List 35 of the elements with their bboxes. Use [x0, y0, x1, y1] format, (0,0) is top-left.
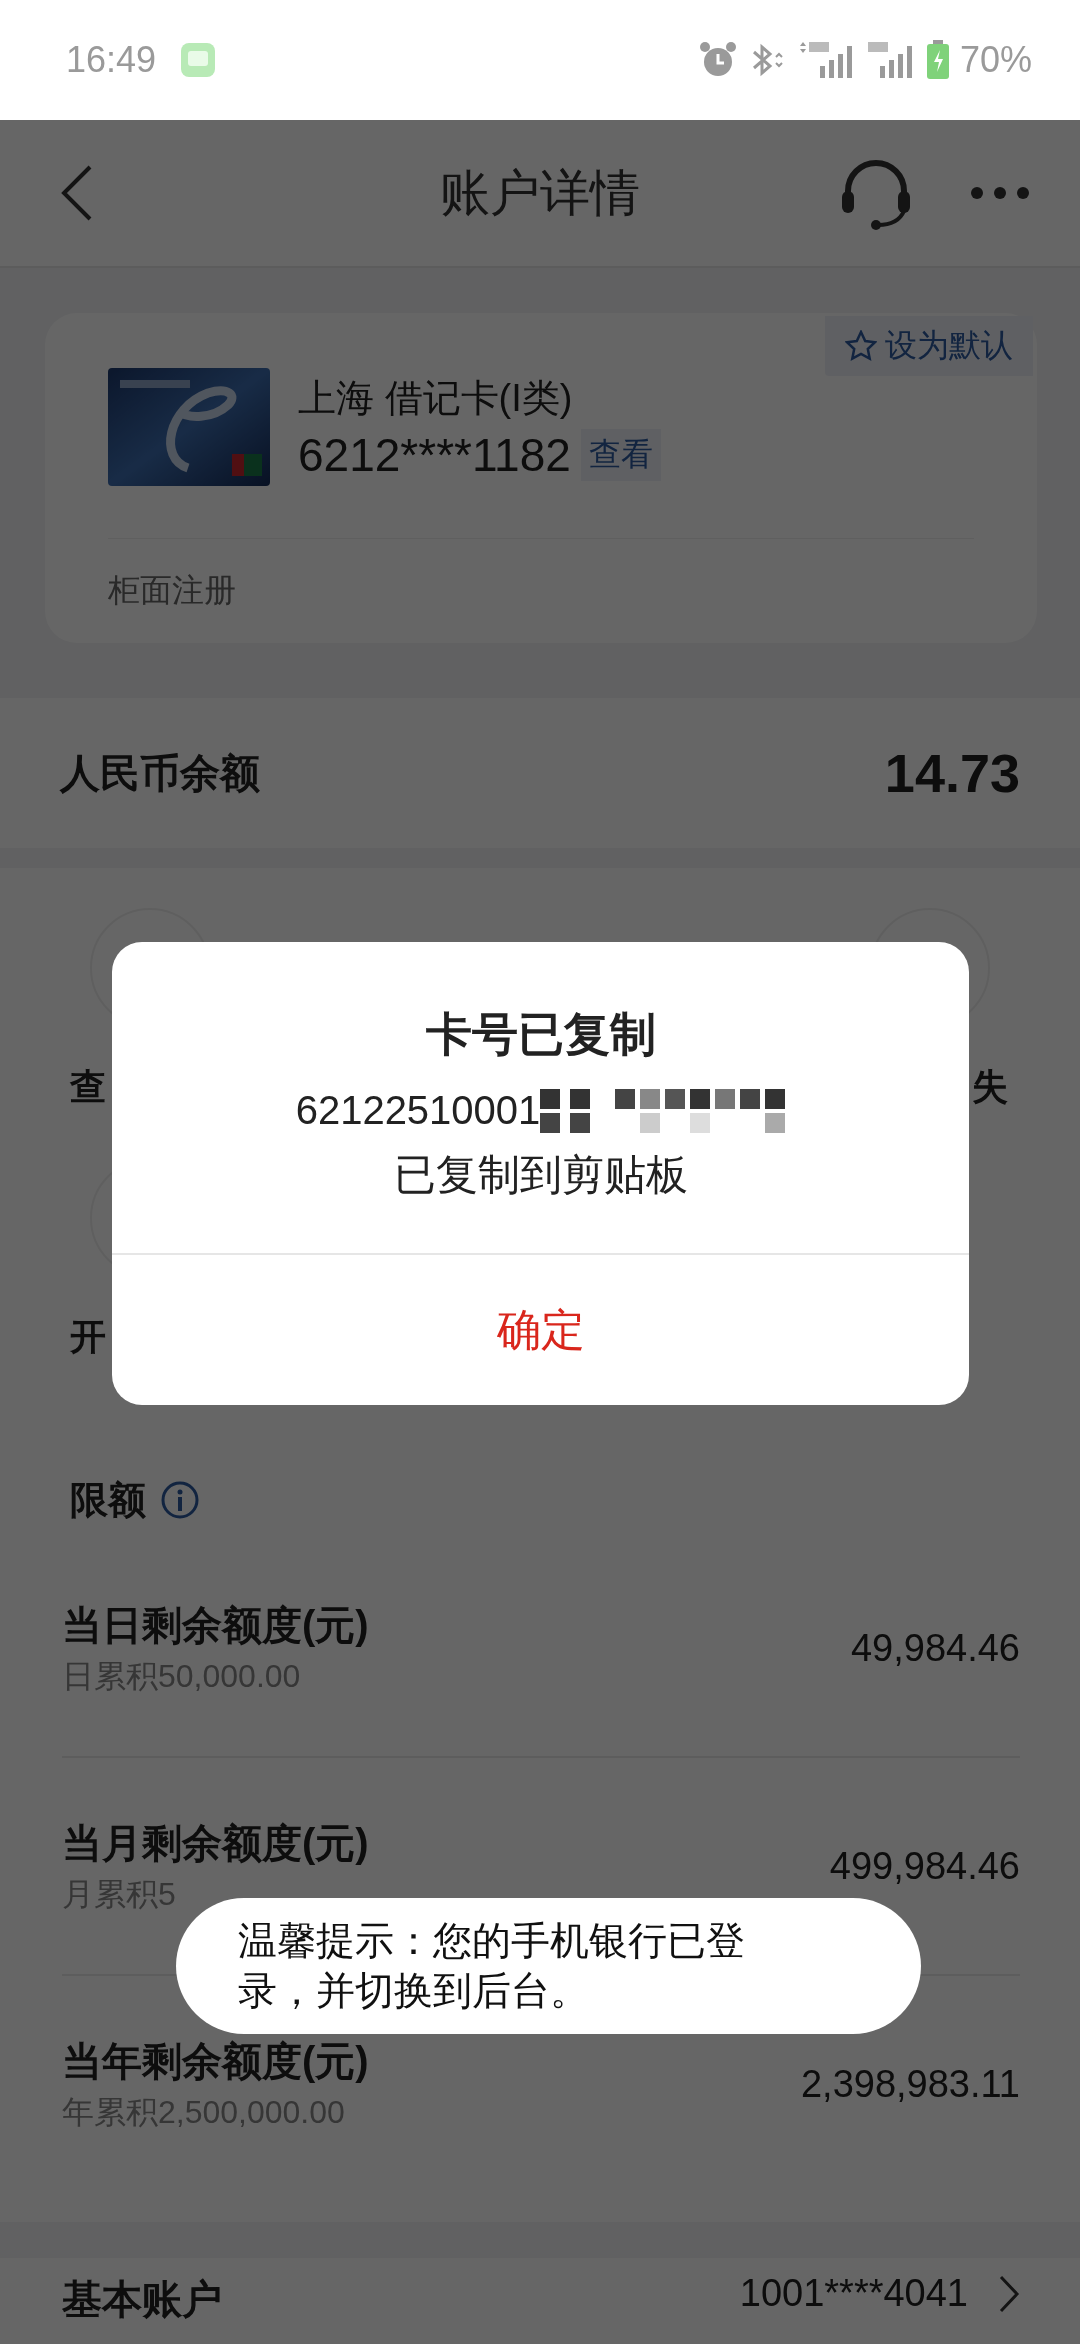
limit-label: 当月剩余额度(元)	[62, 1819, 369, 1867]
action-label[interactable]: 失	[972, 1063, 1008, 1112]
limit-value: 2,398,983.11	[800, 2062, 1020, 2106]
more-icon[interactable]	[970, 186, 1030, 200]
clock-time: 16:49	[66, 39, 157, 81]
star-icon	[845, 330, 877, 362]
dialog-message: 已复制到剪贴板	[393, 1150, 688, 1200]
dialog-title: 卡号已复制	[425, 1007, 656, 1062]
set-default-button[interactable]: 设为默认	[825, 316, 1033, 376]
toast-message: 温馨提示：您的手机银行已登录，并切换到后台。	[176, 1898, 921, 2034]
account-number: 1001****4041	[739, 2272, 968, 2315]
message-icon	[180, 42, 217, 78]
confirm-button[interactable]: 确定	[112, 1255, 969, 1405]
limits-heading: 限额	[70, 1477, 146, 1523]
registration-note: 柜面注册	[108, 571, 237, 610]
page-title: 账户详情	[440, 163, 640, 223]
action-label[interactable]: 开	[70, 1313, 106, 1362]
view-link[interactable]: 查看	[580, 428, 661, 481]
limit-value: 49,984.46	[850, 1626, 1020, 1670]
limit-label: 当年剩余额度(元)	[62, 2037, 369, 2085]
chevron-right-icon[interactable]	[998, 2273, 1020, 2314]
action-label[interactable]: 查	[70, 1063, 106, 1112]
balance-label: 人民币余额	[60, 749, 260, 797]
balance-amount: 14.73	[884, 742, 1020, 804]
back-icon[interactable]	[60, 163, 94, 223]
account-label: 基本账户	[62, 2276, 222, 2323]
battery-percentage: 70%	[959, 39, 1032, 81]
copied-card-number: 62122510001	[295, 1088, 541, 1133]
limit-label: 当日剩余额度(元)	[62, 1601, 369, 1649]
info-icon[interactable]	[160, 1480, 200, 1520]
battery-icon	[925, 40, 950, 80]
card-number: 6212****1182	[298, 427, 571, 482]
card-name: 上海 借记卡(I类)	[298, 375, 574, 421]
limit-value: 499,984.46	[829, 1844, 1020, 1888]
bank-card-icon	[108, 368, 270, 486]
